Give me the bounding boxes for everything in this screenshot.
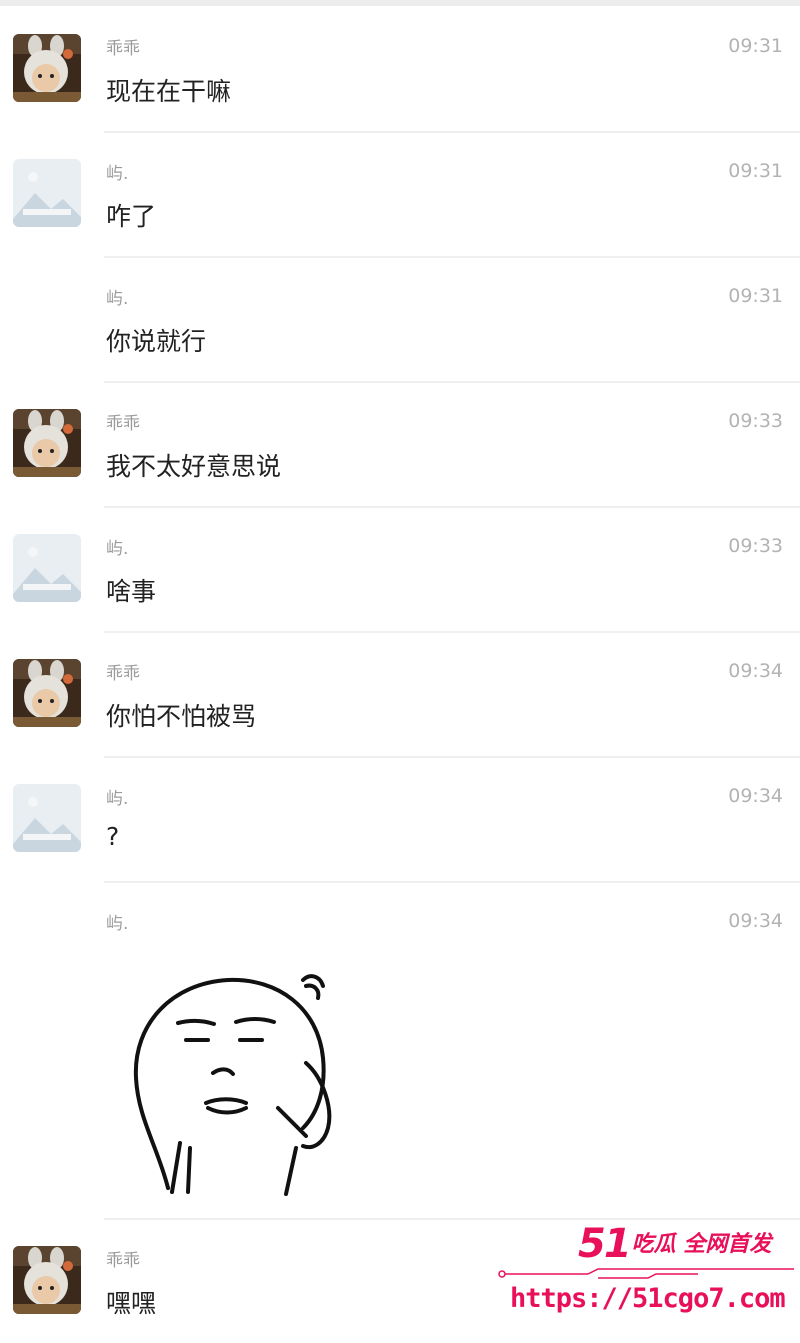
message-time: 09:31 [728,35,783,57]
sender-name: 乖乖 [106,414,140,434]
landscape-avatar[interactable] [13,159,81,227]
message-time: 09:34 [728,910,783,932]
message-time: 09:33 [728,535,783,557]
message-item[interactable]: 乖乖 09:31 现在在干嘛 [0,6,800,131]
message-text[interactable]: 你说就行 [106,322,206,358]
divider [104,381,800,383]
cartoon-avatar[interactable] [13,1246,81,1314]
message-text[interactable]: ? [106,822,119,851]
watermark-logo: 51吃瓜 全网首发 [578,1221,771,1269]
watermark-url: https://51cgo7.com [510,1283,786,1314]
watermark-slogan: 吃瓜 全网首发 [631,1232,772,1257]
divider [104,506,800,508]
divider [104,631,800,633]
sender-name: 乖乖 [106,39,140,59]
landscape-avatar[interactable] [13,784,81,852]
sender-name: 屿. [106,539,129,559]
divider [104,256,800,258]
divider [104,131,800,133]
message-text[interactable]: 嘿嘿 [106,1284,156,1320]
sender-name: 屿. [106,289,129,309]
watermark-decoration [498,1268,794,1279]
message-time: 09:34 [728,785,783,807]
message-item[interactable]: 屿. 09:34 [0,881,800,1216]
message-item[interactable]: 屿. 09:31 你说就行 [0,256,800,381]
message-item[interactable]: 屿. 09:33 啥事 [0,506,800,631]
sender-name: 乖乖 [106,1251,140,1271]
message-text[interactable]: 你怕不怕被骂 [106,697,256,733]
message-text[interactable]: 我不太好意思说 [106,447,281,483]
sender-name: 屿. [106,914,129,934]
landscape-avatar[interactable] [13,534,81,602]
message-item[interactable]: 屿. 09:31 咋了 [0,131,800,256]
divider [104,756,800,758]
cartoon-avatar[interactable] [13,34,81,102]
cartoon-avatar[interactable] [13,659,81,727]
message-text[interactable]: 啥事 [106,572,156,608]
message-time: 09:33 [728,410,783,432]
divider [104,1218,800,1220]
message-time: 09:31 [728,285,783,307]
message-text[interactable]: 现在在干嘛 [106,72,231,108]
message-text[interactable]: 咋了 [106,197,156,233]
watermark-number: 51 [578,1221,632,1267]
message-item[interactable]: 乖乖 09:33 我不太好意思说 [0,381,800,506]
divider [104,881,800,883]
cartoon-avatar[interactable] [13,409,81,477]
message-item[interactable]: 乖乖 09:34 你怕不怕被骂 [0,631,800,756]
message-item[interactable]: 屿. 09:34 ? [0,756,800,881]
sender-name: 乖乖 [106,664,140,684]
message-time: 09:34 [728,660,783,682]
message-time: 09:31 [728,160,783,182]
sender-name: 屿. [106,789,129,809]
sender-name: 屿. [106,164,129,184]
thinking-face-sticker[interactable] [128,968,348,1198]
